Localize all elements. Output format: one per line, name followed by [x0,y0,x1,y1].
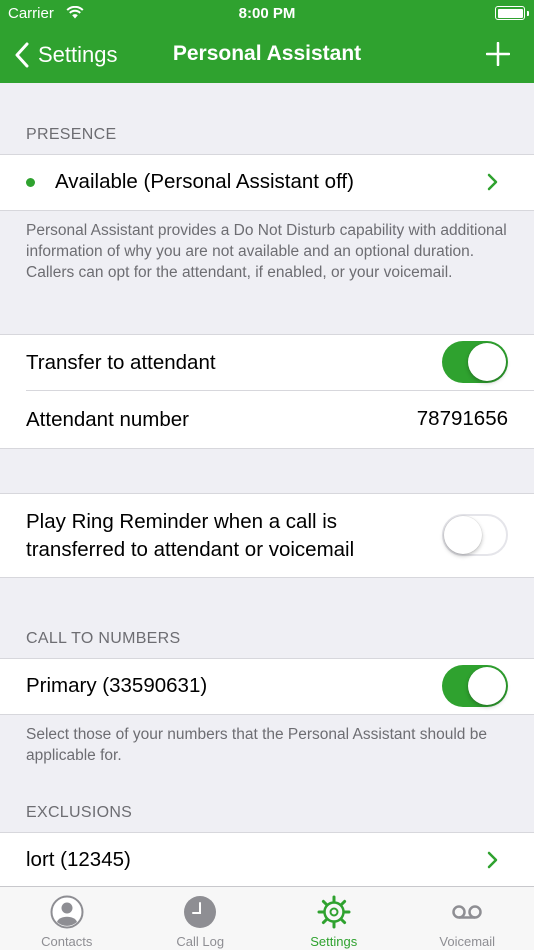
chevron-left-icon [15,42,29,68]
navigation-header: Carrier 8:00 PM Settings Personal Assist… [0,0,534,83]
presence-status-label: Available (Personal Assistant off) [55,170,354,193]
section-header-exclusions: EXCLUSIONS [26,804,133,821]
tab-settings[interactable]: Settings [267,887,401,950]
battery-icon [495,6,529,20]
back-button[interactable]: Settings [14,38,118,72]
attendant-number-label: Attendant number [26,408,189,431]
back-label: Settings [38,42,118,67]
divider [0,493,534,494]
divider [26,390,534,391]
exclusion-row[interactable]: lort (12345) [0,832,534,886]
ring-reminder-label-line1: Play Ring Reminder when a call is [26,510,338,533]
tab-call-log-label: Call Log [176,934,225,949]
call-to-numbers-footnote: Select those of your numbers that the Pe… [26,726,487,764]
clock-icon [184,896,217,928]
tab-contacts[interactable]: Contacts [0,887,134,950]
primary-number-label: Primary (33590631) [26,674,208,697]
primary-number-row: Primary (33590631) [0,658,534,714]
attendant-number-value[interactable]: 78791656 [417,407,508,431]
attendant-group: Transfer to attendant Attendant number 7… [0,334,534,448]
contacts-icon [50,895,84,929]
divider [0,832,534,833]
tab-call-log[interactable]: Call Log [134,887,268,950]
toggle-knob [444,516,482,554]
divider [0,658,534,659]
transfer-to-attendant-label: Transfer to attendant [26,351,216,374]
exclusion-label: lort (12345) [26,848,131,871]
ring-reminder-label-line2: transferred to attendant or voicemail [26,538,355,561]
divider [0,448,534,449]
divider [0,334,534,335]
ring-reminder-row: Play Ring Reminder when a call is transf… [0,493,534,577]
gear-icon [317,895,351,929]
divider [0,714,534,715]
primary-number-toggle[interactable] [442,665,508,707]
divider [0,154,534,155]
divider [0,210,534,211]
tab-contacts-label: Contacts [41,934,93,949]
presence-status-row[interactable]: Available (Personal Assistant off) [0,154,534,210]
presence-footnote: Personal Assistant provides a Do Not Dis… [26,222,507,281]
chevron-right-icon [487,173,498,191]
toggle-knob [468,667,506,705]
presence-status-dot [26,178,35,187]
tab-bar: Contacts Call Log Settings Voicemail [0,886,534,950]
settings-list: PRESENCE Available (Personal Assistant o… [0,83,534,886]
section-header-presence: PRESENCE [26,126,117,143]
toggle-knob [468,343,506,381]
transfer-to-attendant-toggle[interactable] [442,341,508,383]
status-bar: Carrier 8:00 PM [0,0,534,28]
section-header-call-to-numbers: CALL TO NUMBERS [26,630,181,647]
tab-voicemail[interactable]: Voicemail [401,887,534,950]
ring-reminder-toggle[interactable] [442,514,508,556]
tab-settings-label: Settings [310,934,358,949]
divider [0,577,534,578]
plus-icon[interactable] [486,42,510,66]
tab-voicemail-label: Voicemail [439,934,496,949]
chevron-right-icon [487,851,498,869]
voicemail-icon [452,905,482,919]
clock-time: 8:00 PM [238,5,296,22]
